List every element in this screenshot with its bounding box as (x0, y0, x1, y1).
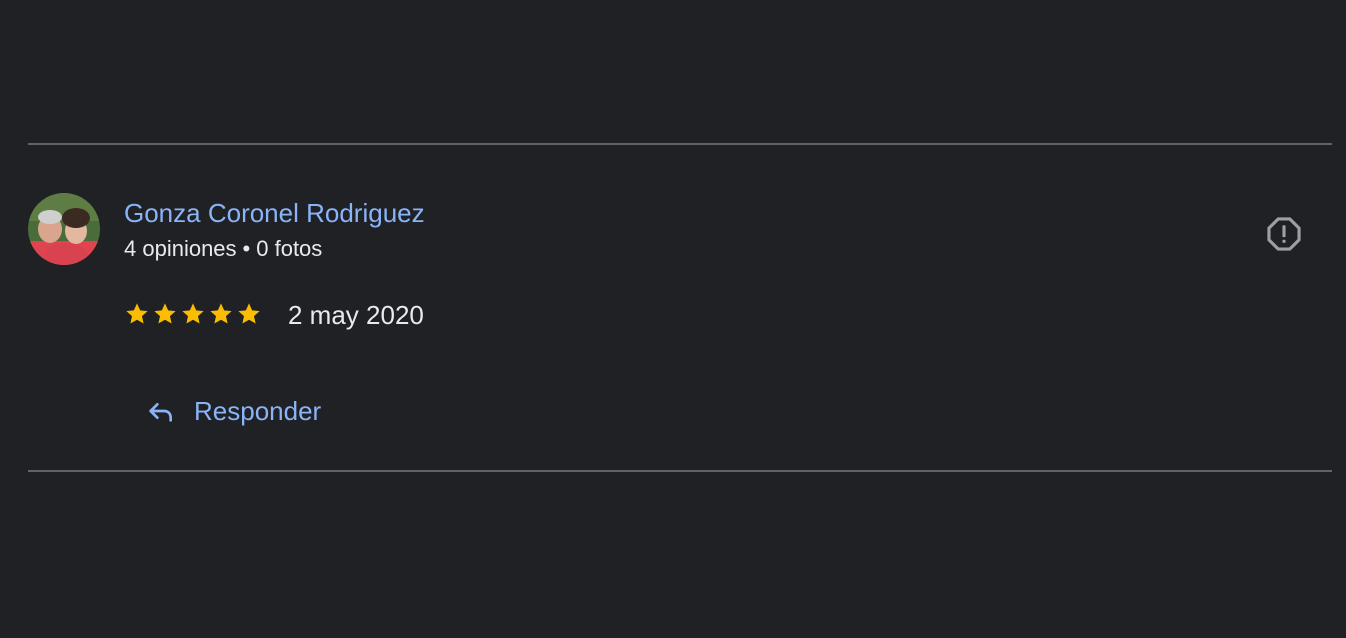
meta-separator: • (242, 236, 251, 261)
review-date: 2 may 2020 (288, 300, 424, 330)
reply-arrow-icon (149, 403, 172, 422)
photos-count: 0 fotos (256, 236, 323, 261)
review-panel: Gonza Coronel Rodriguez 4 opiniones • 0 fo… (0, 0, 1346, 638)
reviews-count: 4 opiniones (124, 236, 237, 261)
star-icon (210, 303, 232, 324)
reply-label: Responder (194, 396, 322, 426)
reviewer-name-link[interactable]: Gonza Coronel Rodriguez (124, 197, 425, 229)
reviewer-avatar[interactable] (28, 193, 100, 265)
divider-bottom (28, 470, 1332, 472)
star-rating (124, 301, 262, 329)
divider-top (28, 143, 1332, 145)
star-icon (126, 303, 148, 324)
reply-button[interactable]: Responder (130, 386, 335, 436)
star-icon (238, 303, 260, 324)
avatar-photo (28, 193, 100, 265)
report-review-button[interactable] (1262, 212, 1306, 256)
star-icon (154, 303, 176, 324)
reviewer-stats: 4 opiniones • 0 fotos (124, 235, 322, 263)
star-icon (182, 303, 204, 324)
report-flag-icon (1267, 217, 1301, 251)
